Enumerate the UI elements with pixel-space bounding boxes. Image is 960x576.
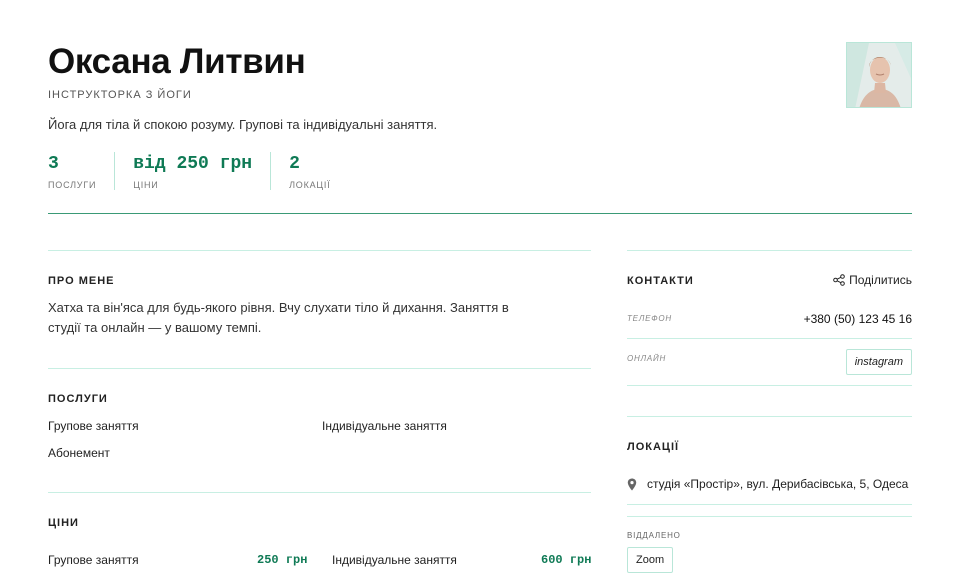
divider bbox=[48, 492, 591, 493]
location-address: студія «Простір», вул. Дерибасівська, 5,… bbox=[647, 477, 909, 491]
divider bbox=[627, 385, 912, 386]
profile-tagline: Йога для тіла й спокою розуму. Групові т… bbox=[48, 117, 438, 132]
remote-label: Віддалено bbox=[627, 531, 681, 540]
service-item: Групове заняття bbox=[48, 419, 139, 433]
divider bbox=[627, 504, 912, 505]
profile-role: Інструкторка з йоги bbox=[48, 89, 192, 101]
share-button[interactable]: Поділитись bbox=[833, 273, 912, 287]
divider bbox=[627, 250, 912, 251]
divider bbox=[627, 516, 912, 517]
stat-label: послуги bbox=[48, 180, 97, 190]
services-title: Послуги bbox=[48, 393, 108, 405]
price-item-name: Індивідуальне заняття bbox=[332, 553, 457, 567]
divider bbox=[627, 416, 912, 417]
price-item-value: 250 грн bbox=[257, 553, 308, 567]
divider bbox=[627, 338, 912, 339]
stats-bar: 3 послуги від 250 грн ціни 2 локації bbox=[48, 152, 367, 190]
stat-locations: 2 локації bbox=[289, 152, 348, 190]
avatar bbox=[846, 42, 912, 108]
divider bbox=[48, 368, 591, 369]
stat-prices: від 250 грн ціни bbox=[133, 152, 272, 190]
map-pin-icon bbox=[627, 478, 637, 490]
header-divider bbox=[48, 213, 912, 214]
price-item-value: 600 грн bbox=[541, 553, 592, 567]
profile-header: Оксана Литвин Інструкторка з йоги Йога д… bbox=[48, 40, 912, 132]
service-item: Абонемент bbox=[48, 446, 110, 460]
avatar-photo bbox=[847, 43, 911, 107]
divider bbox=[48, 250, 591, 251]
stat-label: локації bbox=[289, 180, 331, 190]
profile-name: Оксана Литвин bbox=[48, 42, 306, 81]
stat-value: 3 bbox=[48, 154, 59, 174]
prices-title: Ціни bbox=[48, 517, 79, 529]
phone-link[interactable]: +380 (50) 123 45 16 bbox=[804, 312, 912, 326]
about-text-line-1: Хатха та він'яса для будь-якого рівня. В… bbox=[48, 300, 509, 315]
stat-services: 3 послуги bbox=[48, 152, 116, 190]
price-item-name: Групове заняття bbox=[48, 553, 139, 567]
service-item: Індивідуальне заняття bbox=[322, 419, 447, 433]
share-label: Поділитись bbox=[849, 273, 912, 287]
contacts-title: Контакти bbox=[627, 275, 694, 287]
about-title: Про мене bbox=[48, 275, 115, 287]
share-icon bbox=[833, 274, 845, 286]
online-label: Онлайн bbox=[627, 354, 667, 363]
stat-value: від 250 грн bbox=[133, 154, 253, 174]
about-text-line-2: студії та онлайн — у вашому темпі. bbox=[48, 320, 262, 335]
zoom-badge[interactable]: Zoom bbox=[627, 547, 674, 573]
stat-value: 2 bbox=[289, 154, 300, 174]
phone-label: Телефон bbox=[627, 314, 673, 323]
stat-label: ціни bbox=[133, 180, 159, 190]
instagram-link[interactable]: instagram bbox=[845, 349, 912, 375]
location-item[interactable]: студія «Простір», вул. Дерибасівська, 5,… bbox=[627, 477, 908, 491]
locations-title: Локації bbox=[627, 441, 680, 453]
